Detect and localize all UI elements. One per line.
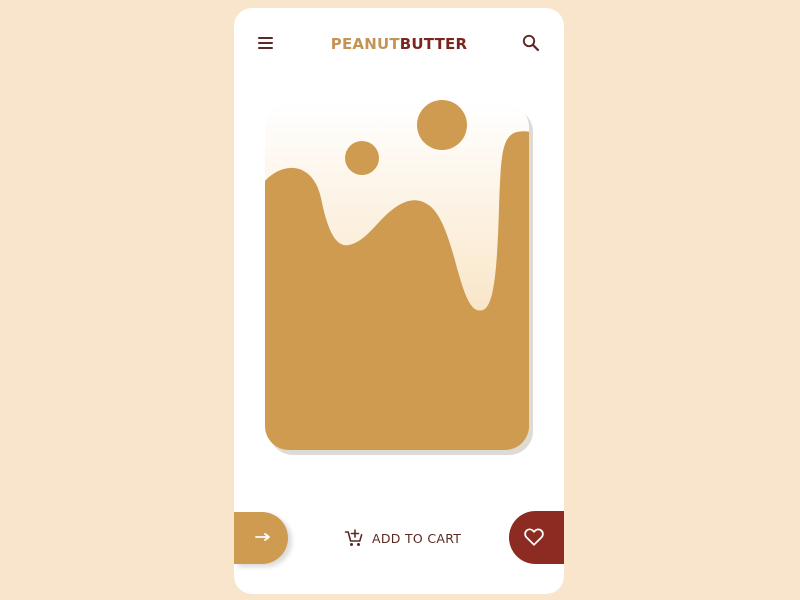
search-button[interactable] xyxy=(520,32,542,54)
brand-title-part2: BUTTER xyxy=(399,35,468,53)
heart-icon xyxy=(524,528,544,546)
phone-screen: PEANUTBUTTER ADD TO CART xyxy=(234,8,564,594)
brand-title: PEANUTBUTTER xyxy=(234,34,564,54)
add-to-cart-button[interactable]: ADD TO CART xyxy=(344,527,461,549)
arrow-right-icon xyxy=(255,533,270,541)
add-to-cart-icon xyxy=(344,529,363,546)
next-button[interactable] xyxy=(234,512,288,564)
brand-title-part1: PEANUT xyxy=(330,35,400,53)
product-image xyxy=(265,88,535,458)
favorite-button[interactable] xyxy=(509,511,564,564)
add-to-cart-label: ADD TO CART xyxy=(372,530,462,546)
peanut-butter-droplet-large xyxy=(417,100,467,150)
peanut-butter-droplet-small xyxy=(345,141,379,175)
search-icon xyxy=(522,34,540,52)
